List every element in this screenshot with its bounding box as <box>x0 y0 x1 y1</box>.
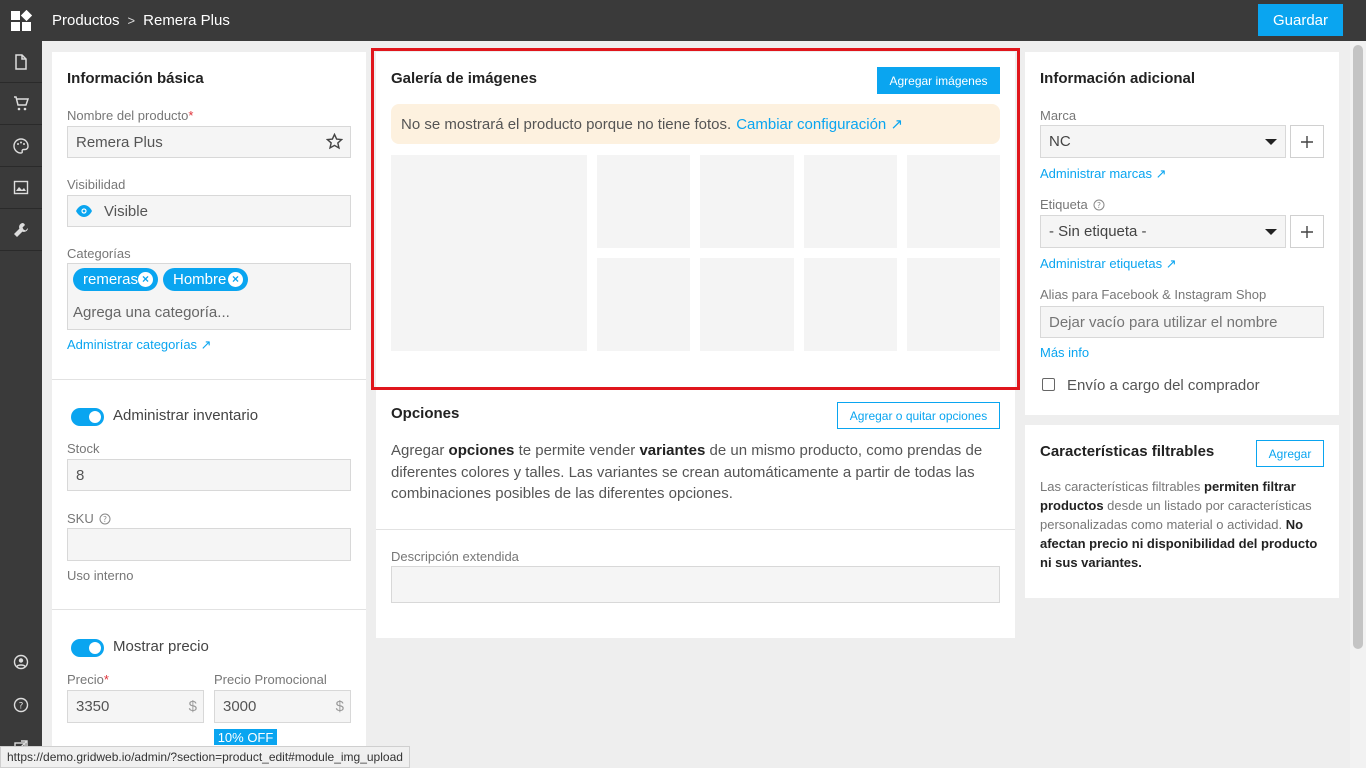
promo-price-value: 3000 <box>223 698 257 715</box>
user-circle-icon[interactable] <box>0 641 42 683</box>
help-circle-icon[interactable]: ? <box>1093 199 1105 211</box>
tag-label: Etiqueta ? <box>1040 197 1105 212</box>
price-label: Precio* <box>67 672 109 687</box>
extended-description-input[interactable] <box>391 566 1000 603</box>
manage-inventory-toggle[interactable] <box>71 408 104 426</box>
top-bar: Productos > Remera Plus Guardar <box>0 0 1366 41</box>
product-name-value: Remera Plus <box>76 133 163 151</box>
add-remove-options-button[interactable]: Agregar o quitar opciones <box>837 402 1000 429</box>
svg-text:?: ? <box>19 702 24 712</box>
palette-icon[interactable] <box>0 125 42 167</box>
caret-down-icon <box>1265 139 1277 145</box>
currency-symbol: $ <box>335 698 344 715</box>
sidebar: ? <box>0 41 42 768</box>
category-chip: remeras × <box>73 268 158 291</box>
more-info-link[interactable]: Más info <box>1040 345 1089 360</box>
svg-text:?: ? <box>103 515 107 524</box>
remove-chip-icon[interactable]: × <box>228 272 243 287</box>
manage-categories-link[interactable]: Administrar categorías ↗ <box>67 337 212 353</box>
product-name-input[interactable]: Remera Plus <box>67 126 351 158</box>
manage-tags-link[interactable]: Administrar etiquetas ↗ <box>1040 256 1177 272</box>
discount-badge: 10% OFF <box>214 729 277 745</box>
show-price-toggle[interactable] <box>71 639 104 657</box>
stock-input[interactable]: 8 <box>67 459 351 491</box>
price-value: 3350 <box>76 698 110 715</box>
manage-inventory-label: Administrar inventario <box>113 407 259 424</box>
category-input-placeholder[interactable]: Agrega una categoría... <box>73 304 230 321</box>
promo-price-input[interactable]: 3000 $ <box>214 690 351 723</box>
sku-label: SKU ? <box>67 511 111 526</box>
page-scrollbar[interactable] <box>1350 41 1366 768</box>
stock-label: Stock <box>67 441 100 456</box>
internal-use-hint: Uso interno <box>67 568 134 583</box>
cart-icon[interactable] <box>0 83 42 125</box>
tag-value: - Sin etiqueta - <box>1049 223 1147 240</box>
alias-label: Alias para Facebook & Instagram Shop <box>1040 287 1267 302</box>
alias-input[interactable] <box>1040 306 1324 338</box>
save-button[interactable]: Guardar <box>1258 4 1343 36</box>
gallery-highlight-box <box>371 48 1020 390</box>
breadcrumb-item-productos[interactable]: Productos <box>52 12 120 29</box>
visibility-label: Visibilidad <box>67 177 126 192</box>
product-name-label: Nombre del producto* <box>67 108 194 123</box>
image-icon[interactable] <box>0 167 42 209</box>
visibility-select[interactable]: Visible <box>67 195 351 227</box>
star-icon[interactable] <box>325 132 344 155</box>
breadcrumb: Productos > Remera Plus <box>52 12 230 29</box>
buyer-shipping-label: Envío a cargo del comprador <box>1067 377 1260 394</box>
price-input[interactable]: 3350 $ <box>67 690 204 723</box>
plus-icon <box>1301 135 1313 148</box>
divider <box>52 379 366 380</box>
scrollbar-thumb[interactable] <box>1353 45 1363 649</box>
filterable-features-title: Características filtrables <box>1040 443 1215 460</box>
caret-down-icon <box>1265 229 1277 235</box>
add-feature-button[interactable]: Agregar <box>1256 440 1324 467</box>
extended-description-label: Descripción extendida <box>391 549 519 564</box>
options-title: Opciones <box>391 405 460 422</box>
categories-label: Categorías <box>67 246 131 261</box>
options-description: Agregar opciones te permite vender varia… <box>391 442 983 502</box>
brand-label: Marca <box>1040 108 1077 123</box>
buyer-shipping-checkbox[interactable] <box>1042 378 1055 391</box>
filterable-features-description: Las características filtrables permiten … <box>1040 479 1318 570</box>
document-icon[interactable] <box>0 41 42 83</box>
tag-select[interactable]: - Sin etiqueta - <box>1040 215 1286 248</box>
additional-info-title: Información adicional <box>1040 70 1196 87</box>
category-chip: Hombre × <box>163 268 248 291</box>
add-brand-button[interactable] <box>1290 125 1324 158</box>
svg-text:?: ? <box>1097 201 1101 210</box>
breadcrumb-item-current: Remera Plus <box>143 12 230 29</box>
manage-brands-link[interactable]: Administrar marcas ↗ <box>1040 166 1166 182</box>
breadcrumb-separator: > <box>127 13 136 28</box>
stock-value: 8 <box>76 466 85 484</box>
divider <box>376 529 1015 530</box>
browser-status-url: https://demo.gridweb.io/admin/?section=p… <box>0 746 410 768</box>
sku-input[interactable] <box>67 528 351 561</box>
logo-icon[interactable] <box>0 0 42 41</box>
plus-icon <box>1301 225 1313 238</box>
promo-price-label: Precio Promocional <box>214 672 327 687</box>
brand-value: NC <box>1049 133 1071 150</box>
help-icon[interactable]: ? <box>0 684 42 726</box>
brand-select[interactable]: NC <box>1040 125 1286 158</box>
currency-symbol: $ <box>188 698 197 715</box>
tools-icon[interactable] <box>0 209 42 251</box>
eye-icon <box>75 204 93 223</box>
add-tag-button[interactable] <box>1290 215 1324 248</box>
remove-chip-icon[interactable]: × <box>138 272 153 287</box>
visibility-value: Visible <box>104 202 148 220</box>
basic-info-title: Información básica <box>67 70 204 87</box>
help-circle-icon[interactable]: ? <box>99 513 111 525</box>
show-price-label: Mostrar precio <box>113 638 209 655</box>
divider <box>52 609 366 610</box>
